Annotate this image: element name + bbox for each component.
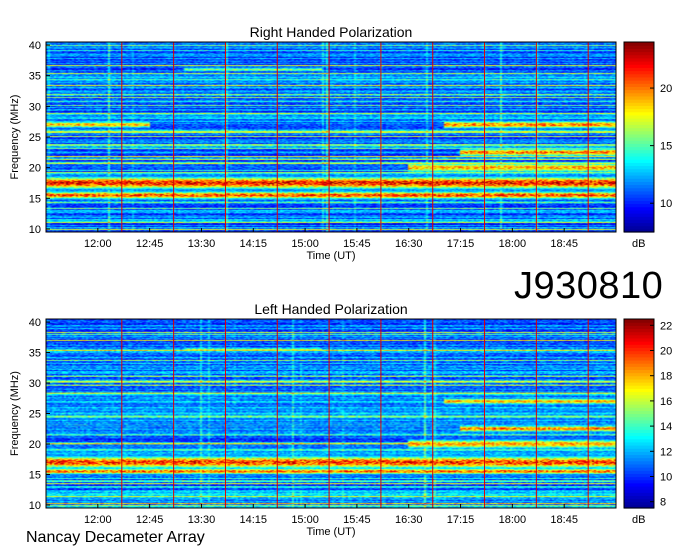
y-tick-label: 30 [29, 378, 41, 390]
heatmap-cells-2 [46, 319, 616, 508]
y-axis-label: Frequency (MHz) [9, 371, 21, 456]
x-tick-label: 12:00 [84, 514, 112, 526]
x-tick-label: 15:45 [343, 514, 371, 526]
y-tick-label: 10 [29, 500, 41, 512]
x-tick-label: 18:00 [499, 514, 527, 526]
colorbar-tick-label: 12 [660, 446, 672, 458]
x-tick-label: 12:00 [84, 238, 112, 250]
y-tick-label: 30 [29, 101, 41, 113]
x-axis-label: Time (UT) [306, 526, 355, 538]
colorbar-segment [624, 42, 654, 46]
x-tick-label: 15:00 [291, 238, 319, 250]
y-tick-label: 35 [29, 348, 41, 360]
y-tick-label: 25 [29, 132, 41, 144]
y-tick-label: 40 [29, 40, 41, 52]
x-tick-label: 14:15 [240, 238, 268, 250]
colorbar-tick-label: 20 [660, 346, 672, 358]
y-tick-label: 40 [29, 317, 41, 329]
colorbar-segment [624, 319, 654, 323]
colorbar-tick-label: 10 [660, 472, 672, 484]
x-tick-label: 12:45 [136, 514, 164, 526]
y-tick-label: 10 [29, 224, 41, 236]
colorbar-tick-label: 16 [660, 396, 672, 408]
heatmap-cells-1 [46, 42, 616, 232]
x-tick-label: 15:00 [291, 514, 319, 526]
colorbar-label: dB [632, 238, 645, 250]
x-tick-label: 18:45 [550, 238, 578, 250]
colorbar-tick-label: 10 [660, 198, 672, 210]
y-tick-label: 15 [29, 193, 41, 205]
colorbar-tick-label: 14 [660, 421, 672, 433]
x-tick-label: 14:15 [240, 514, 268, 526]
x-tick-label: 13:30 [188, 238, 216, 250]
chart-title: Right Handed Polarization [250, 24, 413, 40]
x-tick-label: 17:15 [447, 238, 475, 250]
x-tick-label: 16:30 [395, 514, 423, 526]
x-axis-label: Time (UT) [306, 250, 355, 262]
y-tick-label: 25 [29, 409, 41, 421]
x-tick-label: 17:15 [447, 514, 475, 526]
x-tick-label: 18:00 [499, 238, 527, 250]
x-tick-label: 13:30 [188, 514, 216, 526]
x-tick-label: 18:45 [550, 514, 578, 526]
y-axis-label: Frequency (MHz) [9, 95, 21, 180]
y-tick-label: 20 [29, 439, 41, 451]
observation-id: J930810 [514, 265, 664, 307]
x-tick-label: 12:45 [136, 238, 164, 250]
observatory-label: Nancay Decameter Array [26, 529, 205, 546]
colorbar-tick-label: 22 [660, 320, 672, 332]
colorbar-label: dB [632, 514, 645, 526]
colorbar-tick-label: 18 [660, 371, 672, 383]
colorbar-tick-label: 8 [660, 497, 666, 509]
x-tick-label: 15:45 [343, 238, 371, 250]
y-tick-label: 35 [29, 71, 41, 83]
x-tick-label: 16:30 [395, 238, 423, 250]
y-tick-label: 15 [29, 469, 41, 481]
y-tick-label: 20 [29, 163, 41, 175]
chart-title: Left Handed Polarization [254, 301, 407, 317]
colorbar-tick-label: 20 [660, 83, 672, 95]
colorbar-tick-label: 15 [660, 141, 672, 153]
